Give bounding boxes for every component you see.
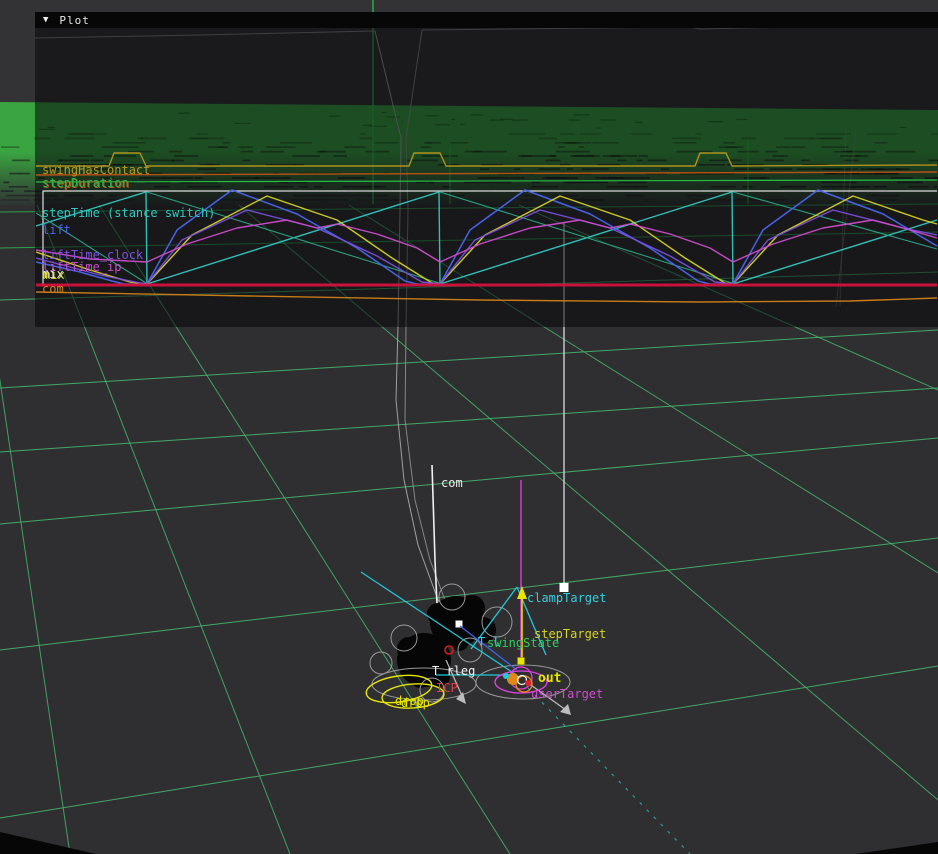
viewport-canvas[interactable] [0,0,938,854]
robot-3d-viewport[interactable]: ▼ Plot swingHasContactstepDurationstepDu… [0,0,938,854]
plot-panel-title: Plot [59,14,90,27]
collapse-triangle-icon[interactable]: ▼ [43,15,49,25]
plot-panel-body[interactable] [35,28,938,327]
plot-panel-titlebar[interactable]: ▼ Plot [35,12,938,28]
